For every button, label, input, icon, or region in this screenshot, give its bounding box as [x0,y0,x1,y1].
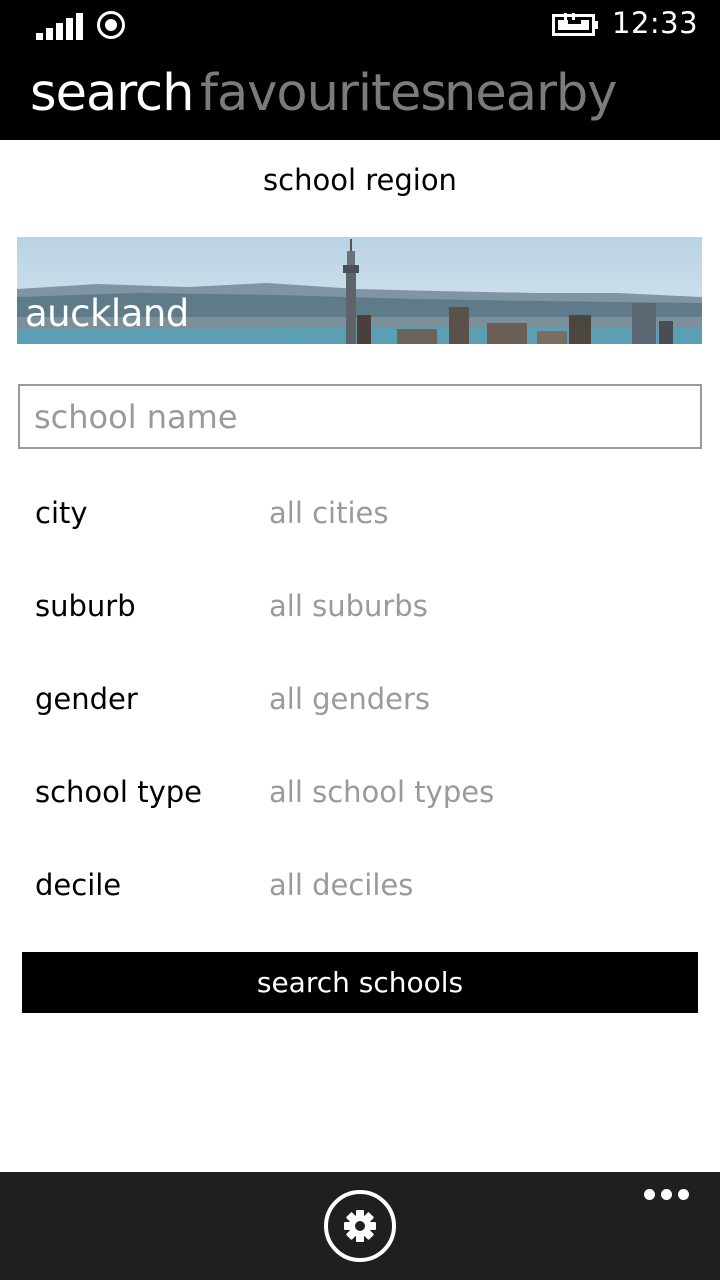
ellipsis-icon[interactable] [638,1184,694,1206]
filter-decile[interactable]: decile all deciles [0,860,720,920]
search-schools-button[interactable]: search schools [22,952,698,1013]
filter-gender[interactable]: gender all genders [0,674,720,734]
pivot-tabs: search favourites nearby [0,52,720,140]
filter-value: all suburbs [269,589,428,623]
filter-value: all school types [269,775,495,809]
clock-time: 12:33 [612,6,699,40]
filter-value: all cities [269,496,389,530]
filter-suburb[interactable]: suburb all suburbs [0,581,720,641]
filter-label: suburb [35,589,136,623]
filter-school-type[interactable]: school type all school types [0,767,720,827]
signal-strength-icon [36,12,83,40]
gear-icon [344,1210,376,1242]
filter-label: gender [35,682,138,716]
app-bar [0,1172,720,1280]
filter-value: all genders [269,682,431,716]
filter-label: school type [35,775,202,809]
region-name: auckland [25,292,189,335]
battery-charging-icon [552,12,600,38]
tab-search[interactable]: search [30,64,194,124]
region-title: school region [263,163,457,197]
filter-city[interactable]: city all cities [0,488,720,548]
settings-button[interactable] [324,1190,396,1262]
filter-label: city [35,496,88,530]
sim-indicator-icon [97,11,125,39]
filter-label: decile [35,868,122,902]
school-name-input[interactable] [18,384,702,449]
filter-value: all deciles [269,868,414,902]
tab-favourites[interactable]: favourites [200,64,447,124]
tab-nearby[interactable]: nearby [444,64,617,124]
status-bar: 12:33 [0,0,720,52]
header: 12:33 search favourites nearby [0,0,720,140]
region-selector[interactable]: auckland [17,237,702,344]
